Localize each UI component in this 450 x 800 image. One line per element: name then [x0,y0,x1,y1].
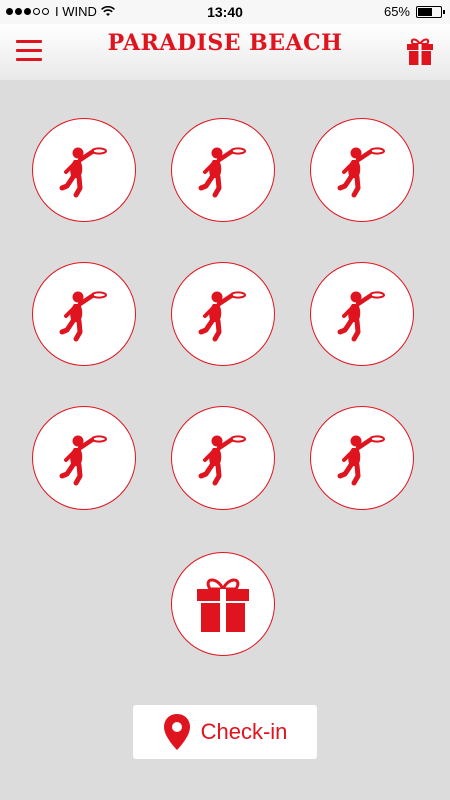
stamp-slot[interactable] [171,406,275,510]
battery-info: 65% [383,4,445,19]
gift-icon [407,38,433,65]
gift-icon [197,578,249,632]
reward-stamp[interactable] [171,552,275,656]
stamp-slot[interactable] [171,262,275,366]
battery-fill [418,7,433,16]
stamp-slot[interactable] [310,262,414,366]
frisbee-player-icon [59,291,107,342]
frisbee-player-icon [337,291,385,342]
stamp-slot[interactable] [32,406,136,510]
page-title: PARADISE BEACH [107,30,343,56]
frisbee-player-icon [337,435,385,486]
stamp-slot[interactable] [32,262,136,366]
check-in-button[interactable]: Check-in [133,705,317,759]
stamp-slot[interactable] [171,118,275,222]
frisbee-player-icon [198,435,246,486]
status-bar: I WIND 13:40 65% [0,0,450,24]
stamp-slot[interactable] [32,118,136,222]
stamp-slot[interactable] [310,406,414,510]
location-pin-icon [163,714,190,750]
stamp-slot[interactable] [310,118,414,222]
app-header: PARADISE BEACH [0,24,450,80]
frisbee-player-icon [198,147,246,198]
check-in-label: Check-in [200,719,288,744]
status-time: 13:40 [207,4,243,20]
battery-icon [416,5,445,18]
frisbee-player-icon [59,147,107,198]
frisbee-player-icon [198,291,246,342]
battery-percent: 65% [383,4,410,19]
gift-button[interactable] [404,35,436,67]
frisbee-player-icon [59,435,107,486]
frisbee-player-icon [337,147,385,198]
